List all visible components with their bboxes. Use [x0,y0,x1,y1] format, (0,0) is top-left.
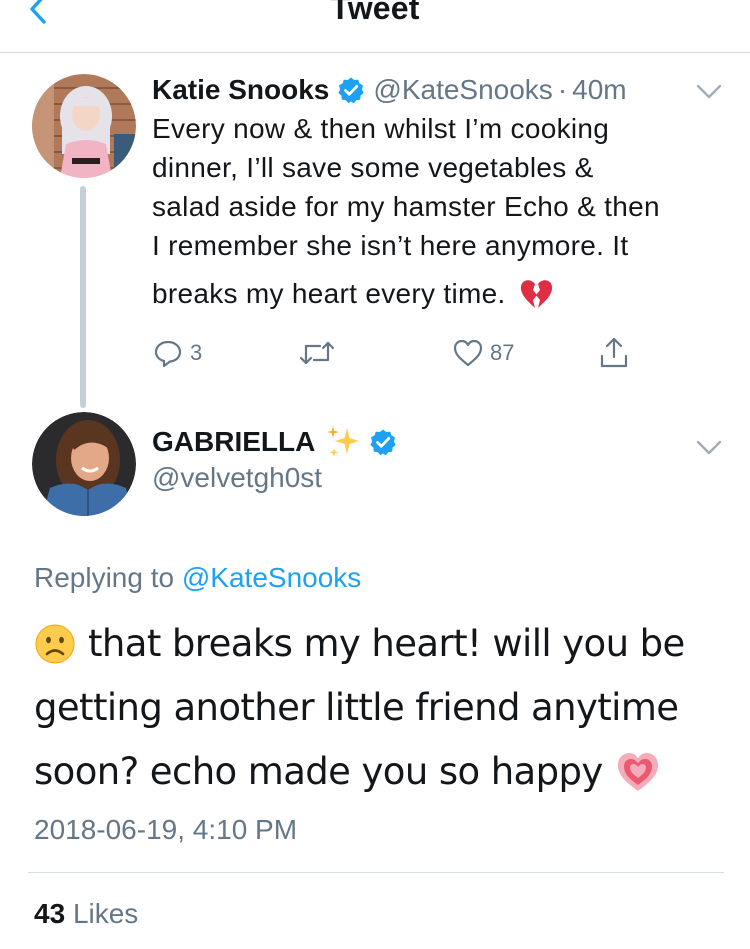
tweet-timestamp: 2018-06-19, 4:10 PM [34,814,298,845]
verified-badge-icon [338,77,364,104]
tweet-text-line-last: soon? echo made you so happy [34,740,724,804]
sparkles-icon [327,426,360,457]
chevron-down-icon [696,84,722,99]
reply-button[interactable]: 3 [152,335,202,371]
reply-tweet-header: GABRIELLA [152,424,397,460]
retweet-icon [299,341,335,365]
tweet-text-line: salad aside for my hamster Echo & then [152,191,660,222]
tweet-menu-button[interactable] [694,82,724,102]
tweet-text-line: soon? echo made you so happy [34,750,603,793]
frowning-face-icon [35,624,75,664]
author-handle[interactable]: @velvetgh0st [152,462,322,494]
tweet-text-line-middle: getting another little friend anytime [34,676,724,740]
tweet-text-line-last: breaks my heart every time. [152,274,732,313]
likes-summary[interactable]: 43 Likes [34,898,138,930]
author-name[interactable]: Katie Snooks [152,74,329,106]
tweet-text-line: I remember she isn’t here anymore. It [152,230,629,261]
tweet-action-bar: 3 87 [0,335,750,375]
page-title: Tweet [330,0,420,26]
tweet-text-line: Every now & then whilst I’m cooking [152,113,610,144]
verified-badge-icon [370,429,396,456]
author-name[interactable]: GABRIELLA [152,426,315,458]
separator-dot: · [557,74,568,105]
tweet-text-line-first: that breaks my heart! will you be [34,612,724,676]
tweet-text-line: that breaks my heart! will you be [88,622,685,665]
tweet-menu-button[interactable] [694,438,724,458]
avatar-katie-snooks[interactable] [32,74,136,178]
share-icon [600,337,628,368]
likes-count: 43 [34,898,66,929]
like-button[interactable]: 87 [452,335,514,371]
share-button[interactable] [598,335,630,371]
replying-prefix: Replying to [34,562,175,593]
tweet-text-line: dinner, I’ll save some vegetables & [152,152,594,183]
broken-heart-icon [520,279,552,308]
divider [28,872,724,873]
tweet-time[interactable]: 40m [572,74,626,106]
avatar-gabriella[interactable] [32,412,136,516]
parent-tweet-text: Every now & then whilst I’m cooking dinn… [152,109,732,313]
reply-tweet-text: that breaks my heart! will you be gettin… [34,612,724,804]
parent-tweet-header: Katie Snooks @KateSnooks · 40m [152,70,627,110]
likes-label: Likes [72,898,139,929]
retweet-button[interactable] [298,335,336,371]
tweet-text-line: getting another little friend anytime [34,686,679,729]
heart-outline-icon [453,339,483,367]
replying-to-link[interactable]: @KateSnooks [182,562,361,593]
growing-heart-icon [617,753,658,791]
replying-to: Replying to @KateSnooks [34,562,361,594]
author-handle[interactable]: @KateSnooks [373,74,552,106]
reply-count: 3 [190,340,203,365]
chevron-down-icon [696,440,722,455]
tweet-text-line: breaks my heart every time. [152,278,506,309]
reply-icon [154,340,182,368]
like-count: 87 [490,340,515,365]
top-nav-bar: Tweet [0,0,750,53]
